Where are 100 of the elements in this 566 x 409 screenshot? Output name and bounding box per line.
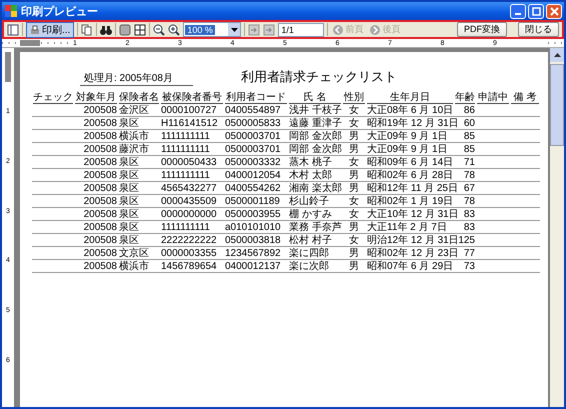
table-cell: 71 [464, 156, 475, 168]
table-cell: 昭和19年 12 月 31日 [367, 118, 459, 128]
zoom-out-icon[interactable] [153, 24, 166, 36]
table-cell: 松村 村子 [289, 234, 332, 246]
table-cell: 1456789654 [161, 260, 217, 272]
table-cell: 楽に次郎 [289, 260, 329, 272]
table-cell: 86 [464, 104, 475, 116]
table-cell: 77 [464, 248, 475, 258]
sidebar-icon[interactable] [7, 24, 19, 36]
zoom-dropdown[interactable]: 100 % [183, 22, 242, 37]
table-cell: 78 [464, 170, 475, 180]
table-cell: 0000000000 [161, 208, 217, 220]
table-cell: 楽に四郎 [289, 248, 329, 258]
ruler-margin-marker[interactable] [20, 40, 40, 46]
table-cell: 泉区 [119, 234, 139, 246]
table-cell: 0000435509 [161, 196, 217, 206]
table-cell: 0400012054 [225, 170, 281, 180]
table-cell: 83 [464, 222, 475, 232]
close-icon [550, 6, 558, 16]
table-cell: 女 [349, 118, 359, 128]
table-cell: 男 [349, 130, 359, 142]
first-page-icon[interactable] [248, 24, 260, 36]
column-header: 対象年月 [75, 92, 117, 104]
table-cell: 泉区 [119, 196, 139, 206]
table-cell: 0000003355 [161, 248, 217, 258]
zoom-in-icon[interactable] [168, 24, 180, 36]
minimize-icon [515, 12, 521, 14]
page-field[interactable]: 1/1 [278, 22, 324, 36]
table-cell: 男 [349, 182, 359, 194]
table-cell: a010101010 [225, 222, 281, 232]
column-header: 性別 [343, 92, 365, 104]
table-cell: 昭和02年 12 月 23日 [367, 248, 459, 258]
table-cell: 0500003332 [225, 156, 281, 168]
table-cell: 0500003701 [225, 130, 281, 142]
table-cell: 昭和02年 1 月 19日 [367, 196, 454, 206]
table-cell: 女 [349, 156, 359, 168]
report-title: 利用者請求チェックリスト [240, 68, 397, 86]
printer-icon [30, 24, 40, 34]
print-button[interactable]: 印刷... [26, 22, 74, 38]
table-cell: 泉区 [119, 118, 139, 128]
column-header: 利用者コード [225, 92, 287, 104]
table-cell: 女 [349, 234, 359, 246]
column-header: 申請中 [477, 92, 509, 104]
scrollbar-thumb[interactable] [550, 64, 564, 146]
table-cell: 男 [349, 248, 359, 258]
column-header: 生年月日 [367, 92, 453, 104]
table-cell: 200508 [84, 118, 117, 128]
table-cell: 大正11年 2 月 7日 [367, 222, 447, 232]
table-cell: 泉区 [119, 156, 139, 168]
table-cell: 67 [464, 182, 475, 194]
table-cell: 200508 [84, 182, 117, 194]
close-window-button[interactable]: 閉じる [518, 22, 559, 37]
table-cell: 200508 [84, 222, 117, 232]
table-cell: 藤沢市 [119, 144, 149, 154]
table-cell: 文京区 [119, 248, 149, 258]
table-cell: 男 [349, 170, 359, 180]
table-cell: 0500003818 [225, 234, 281, 246]
table-cell: 蒸木 桃子 [289, 156, 332, 168]
maximize-button[interactable] [528, 4, 544, 18]
table-cell: 明治12年 12 月 31日 [367, 234, 459, 246]
table-cell: 女 [349, 196, 359, 206]
table-cell: 200508 [84, 170, 117, 180]
column-header: 年齢 [455, 92, 475, 104]
table-cell: 昭和02年 6 月 28日 [367, 170, 454, 180]
binoculars-icon[interactable] [100, 24, 112, 36]
scroll-up-icon[interactable] [554, 53, 560, 57]
table-cell: 1111111111 [161, 144, 210, 154]
ruler-margin-marker[interactable] [5, 52, 11, 82]
table-cell: 棚 かすみ [289, 208, 332, 220]
column-header: 氏 名 [289, 92, 341, 104]
table-cell: 1111111111 [161, 130, 210, 142]
table-cell: 200508 [84, 196, 117, 206]
table-cell: 岡部 金次郎 [289, 130, 342, 142]
maximize-icon [532, 6, 540, 16]
table-cell: 湘南 楽太郎 [289, 182, 342, 194]
vertical-scrollbar[interactable] [550, 48, 564, 407]
table-cell: 78 [464, 196, 475, 206]
table-cell: 200508 [84, 234, 117, 246]
table-cell: 0400554897 [225, 104, 281, 116]
minimize-button[interactable] [510, 4, 526, 18]
close-button[interactable] [546, 4, 562, 18]
table-cell: 昭和12年 11 月 25日 [367, 182, 458, 194]
table-cell: 杉山鈴子 [289, 196, 329, 206]
pdf-convert-button[interactable]: PDF変換 [457, 22, 507, 37]
table-cell: 0400012137 [225, 260, 281, 272]
table-cell: 0500003701 [225, 144, 281, 154]
table-cell: 125 [458, 234, 475, 246]
table-cell: 泉区 [119, 170, 139, 180]
table-cell: 男 [349, 144, 359, 154]
table-cell: 横浜市 [119, 260, 149, 272]
last-page-icon[interactable] [263, 24, 276, 36]
table-cell: 200508 [84, 104, 117, 116]
table-cell: 業務 手奈芦 [289, 222, 342, 232]
column-header: チェック [33, 92, 73, 104]
table-cell: 200508 [84, 156, 117, 168]
copy-icon[interactable] [81, 24, 94, 36]
table-cell: 男 [349, 222, 359, 232]
table-cell: 1234567892 [225, 248, 281, 258]
table-cell: 200508 [84, 248, 117, 258]
table-cell: 0500001189 [225, 196, 280, 206]
